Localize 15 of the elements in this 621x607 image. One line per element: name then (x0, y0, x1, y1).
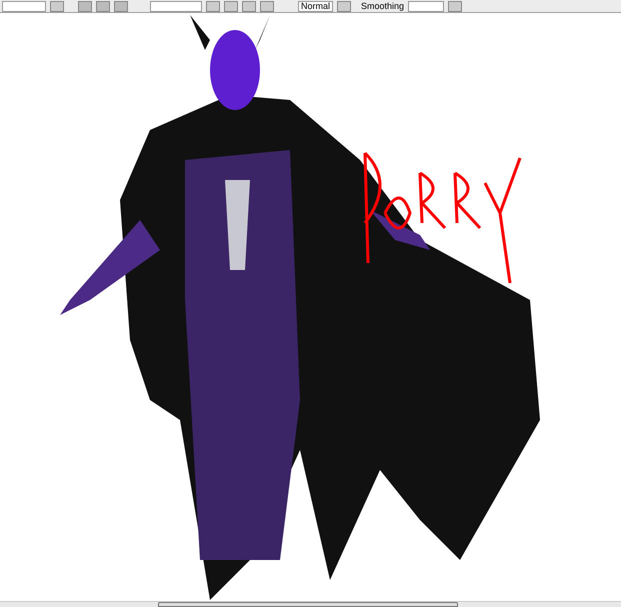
blend-mode-field[interactable]: Normal (298, 0, 334, 12)
reset-button[interactable] (260, 0, 274, 12)
angle-button[interactable] (206, 0, 220, 12)
tool-button[interactable] (114, 0, 128, 12)
smoothing-field[interactable] (408, 0, 444, 12)
tool-button[interactable] (78, 0, 92, 12)
smoothing-label: Smoothing (361, 2, 404, 10)
arrow-button[interactable] (337, 0, 352, 12)
angle-field[interactable] (150, 0, 202, 12)
zoom-field[interactable] (2, 0, 46, 12)
smoothing-button[interactable] (448, 0, 462, 12)
rotate-button[interactable] (224, 0, 238, 12)
zoom-button[interactable] (50, 0, 64, 12)
tool-button[interactable] (96, 0, 110, 12)
rotate-button[interactable] (242, 0, 256, 12)
